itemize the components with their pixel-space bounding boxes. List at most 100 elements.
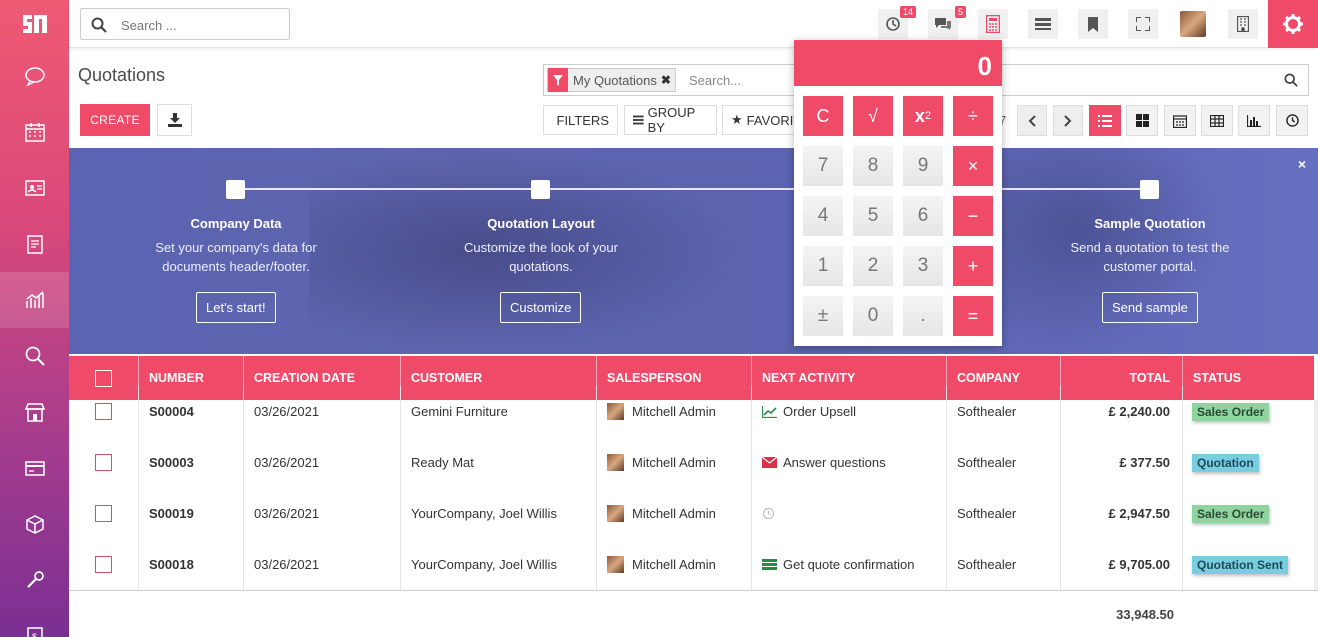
row-checkbox[interactable] <box>95 556 112 573</box>
view-calendar-button[interactable] <box>1164 105 1196 136</box>
cell-activity[interactable]: Answer questions <box>752 437 947 488</box>
table-row[interactable]: S00018 03/26/2021 YourCompany, Joel Will… <box>69 539 1314 590</box>
calc-key-4[interactable]: 4 <box>803 196 843 236</box>
pager-next[interactable] <box>1053 105 1083 136</box>
calc-key-add[interactable]: + <box>953 246 993 286</box>
sidebar-item-tools[interactable] <box>0 552 69 608</box>
view-pivot-button[interactable] <box>1201 105 1233 136</box>
gear-icon <box>1283 14 1303 34</box>
lets-start-button[interactable]: Let's start! <box>196 292 276 323</box>
row-checkbox[interactable] <box>95 403 112 420</box>
sidebar-item-sales[interactable] <box>0 272 69 328</box>
list-view-icon <box>1098 114 1112 127</box>
cell-total: £ 9,705.00 <box>1061 539 1183 590</box>
calc-key-clear[interactable]: C <box>803 96 843 136</box>
calc-key-8[interactable]: 8 <box>853 146 893 186</box>
page-title: Quotations <box>78 65 166 85</box>
sidebar-item-store[interactable] <box>0 384 69 440</box>
cell-activity[interactable]: Order Upsell <box>752 386 947 437</box>
calc-key-1[interactable]: 1 <box>803 246 843 286</box>
sidebar-item-search[interactable] <box>0 328 69 384</box>
user-menu[interactable] <box>1178 9 1208 39</box>
cell-total: £ 2,947.50 <box>1061 488 1183 539</box>
clock-icon[interactable] <box>762 507 775 520</box>
global-search-input[interactable] <box>121 15 281 35</box>
status-badge: Quotation Sent <box>1192 555 1288 574</box>
select-all-checkbox[interactable] <box>95 369 112 387</box>
calendar-icon <box>24 123 45 142</box>
send-sample-button[interactable]: Send sample <box>1102 292 1198 323</box>
step-node[interactable] <box>1140 180 1159 199</box>
view-list-button[interactable] <box>1089 105 1121 136</box>
table-scrollbar[interactable] <box>1314 400 1318 590</box>
envelope-icon <box>762 457 777 468</box>
sidebar-item-inventory[interactable] <box>0 496 69 552</box>
sidebar-item-discuss[interactable] <box>0 48 69 104</box>
view-activity-button[interactable] <box>1276 105 1308 136</box>
calc-key-6[interactable]: 6 <box>903 196 943 236</box>
cell-activity[interactable] <box>752 488 947 539</box>
control-search-input[interactable]: Search... <box>689 73 741 88</box>
cell-customer: Gemini Furniture <box>401 386 597 437</box>
view-graph-button[interactable] <box>1238 105 1270 136</box>
calc-key-9[interactable]: 9 <box>903 146 943 186</box>
create-button[interactable]: CREATE <box>80 104 150 136</box>
activity-button[interactable]: 14 <box>878 6 916 39</box>
calc-key-square[interactable]: x2 <box>903 96 943 136</box>
calc-key-2[interactable]: 2 <box>853 246 893 286</box>
calc-key-0[interactable]: 0 <box>853 296 893 336</box>
cell-activity[interactable]: Get quote confirmation <box>752 539 947 590</box>
table-footer-divider <box>69 590 1318 591</box>
facet-remove-icon[interactable]: ✖ <box>661 73 675 87</box>
store-icon <box>24 403 45 422</box>
sidebar-item-crm[interactable] <box>0 216 69 272</box>
calc-key-negate[interactable]: ± <box>803 296 843 336</box>
table-row[interactable]: S00004 03/26/2021 Gemini Furniture Mitch… <box>69 386 1314 437</box>
table-row[interactable]: S00003 03/26/2021 Ready Mat Mitchell Adm… <box>69 437 1314 488</box>
messages-button[interactable]: 5 <box>928 6 966 39</box>
calc-key-7[interactable]: 7 <box>803 146 843 186</box>
row-checkbox[interactable] <box>95 505 112 522</box>
sidebar-item-invoicing[interactable] <box>0 440 69 496</box>
calc-key-3[interactable]: 3 <box>903 246 943 286</box>
cell-number: S00003 <box>139 437 244 488</box>
calc-key-subtract[interactable]: − <box>953 196 993 236</box>
calc-key-decimal[interactable]: . <box>903 296 943 336</box>
customize-button[interactable]: Customize <box>500 292 582 323</box>
calc-key-divide[interactable]: ÷ <box>953 96 993 136</box>
step-node[interactable] <box>226 180 245 199</box>
bookmark-button[interactable] <box>1078 9 1108 39</box>
cell-date: 03/26/2021 <box>244 539 401 590</box>
fullscreen-button[interactable] <box>1128 9 1158 39</box>
sidebar: $ <box>0 0 69 637</box>
cell-total: £ 2,240.00 <box>1061 386 1183 437</box>
banner-close-icon[interactable]: × <box>1298 156 1306 172</box>
favorites-button[interactable]: ★ FAVORIT <box>722 105 798 135</box>
step-node[interactable] <box>531 180 550 199</box>
step-title: Quotation Layout <box>487 216 595 231</box>
crm-icon <box>26 235 43 254</box>
activity-badge: 14 <box>899 6 916 18</box>
calc-key-multiply[interactable]: × <box>953 146 993 186</box>
search-icon[interactable] <box>1284 73 1298 87</box>
search-facet[interactable]: My Quotations ✖ <box>547 68 676 92</box>
sidebar-item-contacts[interactable] <box>0 160 69 216</box>
brand-logo[interactable] <box>0 0 69 48</box>
company-button[interactable] <box>1228 9 1258 39</box>
menu-button[interactable] <box>1028 9 1058 39</box>
view-kanban-button[interactable] <box>1126 105 1158 136</box>
table-row[interactable]: S00019 03/26/2021 YourCompany, Joel Will… <box>69 488 1314 539</box>
calc-key-5[interactable]: 5 <box>853 196 893 236</box>
filters-button[interactable]: FILTERS <box>543 105 618 135</box>
settings-button[interactable] <box>1268 0 1318 48</box>
row-select-cell <box>69 539 139 590</box>
download-button[interactable] <box>157 104 192 136</box>
sidebar-item-payroll[interactable]: $ <box>0 608 69 637</box>
pager-previous[interactable] <box>1017 105 1047 136</box>
calc-key-sqrt[interactable]: √ <box>853 96 893 136</box>
group-by-button[interactable]: GROUP BY <box>624 105 717 135</box>
calc-key-equals[interactable]: = <box>953 296 993 336</box>
row-checkbox[interactable] <box>95 454 112 471</box>
calculator-button[interactable] <box>978 9 1008 39</box>
sidebar-item-calendar[interactable] <box>0 104 69 160</box>
